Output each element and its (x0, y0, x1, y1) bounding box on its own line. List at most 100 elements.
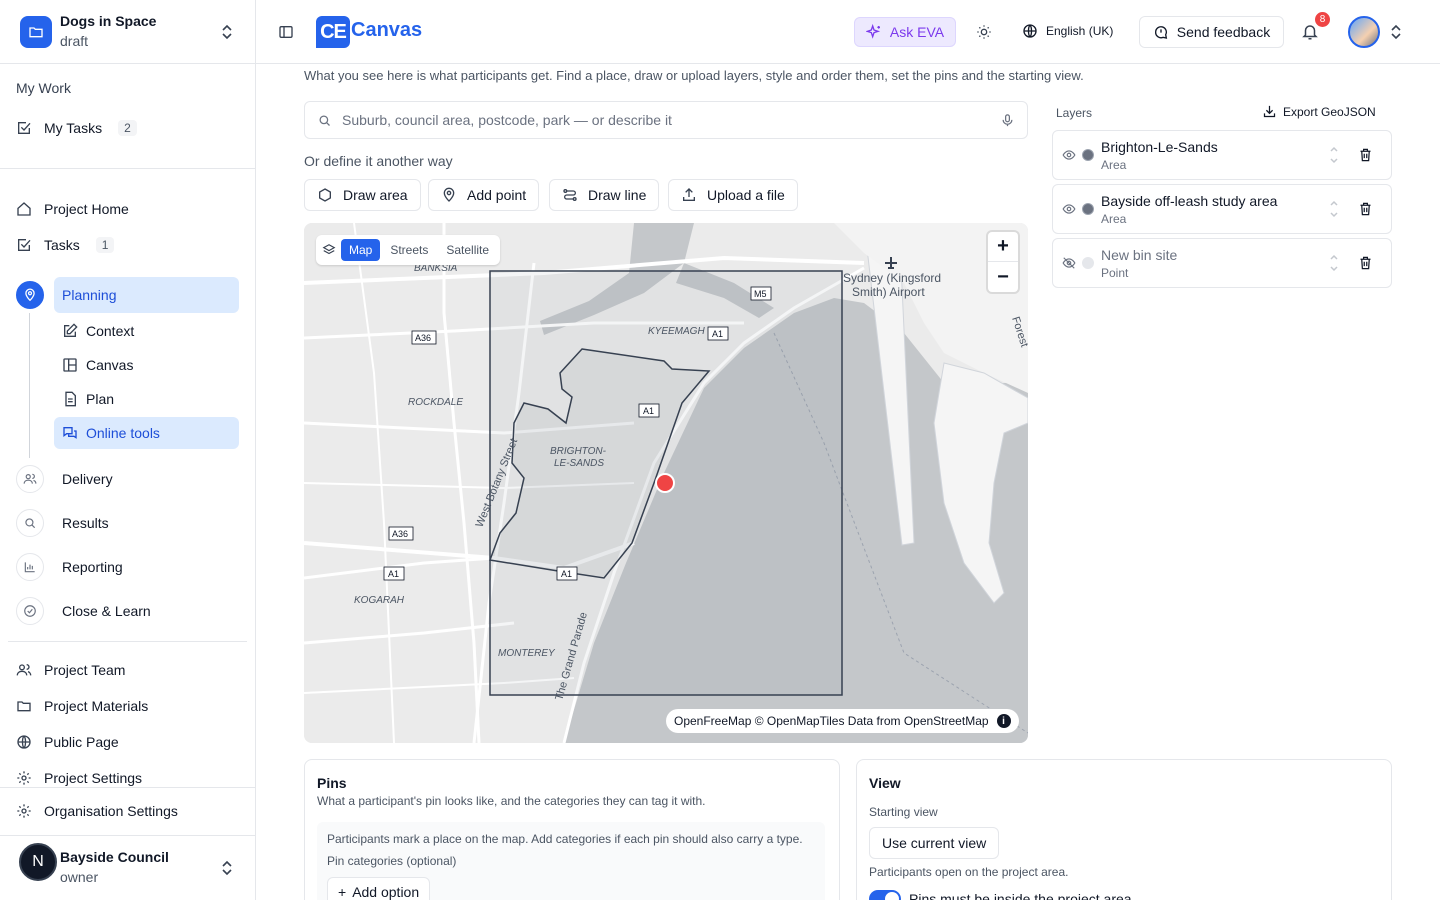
map-pin-icon[interactable] (16, 281, 44, 309)
reorder-icon[interactable] (1329, 198, 1339, 220)
stage-results[interactable]: Results (62, 515, 109, 531)
reorder-icon[interactable] (1329, 144, 1339, 166)
eye-icon[interactable] (1062, 148, 1076, 162)
export-geojson-button[interactable]: Export GeoJSON (1262, 104, 1376, 119)
gear-icon (17, 771, 31, 785)
globe-icon (1023, 24, 1037, 38)
search-icon[interactable] (16, 509, 44, 537)
stage-close-learn[interactable]: Close & Learn (62, 603, 151, 619)
nav-tasks[interactable]: Tasks 1 (16, 233, 115, 257)
layer-type: Area (1101, 212, 1127, 226)
user-avatar[interactable] (1348, 16, 1380, 48)
map-tab-map[interactable]: Map (341, 239, 381, 261)
planning-item-plan[interactable]: Plan (54, 383, 239, 415)
trash-icon[interactable] (1358, 255, 1373, 271)
layer-item[interactable]: New bin site Point (1052, 238, 1392, 288)
layer-color-swatch[interactable] (1082, 203, 1094, 215)
map-label-brighton: BRIGHTON- (550, 446, 607, 457)
sidebar: Dogs in Space draft My Work My Tasks 2 P… (0, 0, 256, 900)
ask-eva-button[interactable]: Ask EVA (854, 17, 956, 47)
add-point-button[interactable]: Add point (428, 179, 540, 211)
map-canvas[interactable]: BANKSIA KYEEMAGH ROCKDALE BRIGHTON- LE-S… (304, 223, 1028, 743)
pins-inside-area-toggle[interactable] (869, 890, 901, 900)
stage-tree-line (29, 313, 30, 458)
nav-organisation-settings[interactable]: Organisation Settings (16, 799, 178, 823)
chat-icon (63, 427, 77, 439)
chevron-up-down-icon[interactable] (1389, 24, 1403, 40)
canvas-intro-text: What you see here is what participants g… (304, 68, 1084, 83)
layer-type: Area (1101, 158, 1127, 172)
road-shield-m5: M5 (754, 289, 767, 299)
export-label: Export GeoJSON (1283, 104, 1376, 119)
layer-item[interactable]: Bayside off-leash study area Area (1052, 184, 1392, 234)
microphone-icon[interactable] (1000, 113, 1015, 128)
nav-label: Project Home (44, 201, 129, 217)
project-switcher[interactable]: Dogs in Space draft (0, 0, 255, 64)
upload-file-button[interactable]: Upload a file (668, 179, 798, 211)
map-tab-streets[interactable]: Streets (382, 239, 436, 261)
nav-project-materials[interactable]: Project Materials (16, 694, 148, 718)
info-icon[interactable]: i (996, 714, 1011, 728)
feedback-icon (1154, 26, 1167, 39)
language-selector[interactable]: English (UK) (1022, 23, 1113, 39)
layer-item[interactable]: Brighton-Le-Sands Area (1052, 130, 1392, 180)
nav-project-home[interactable]: Project Home (16, 197, 129, 221)
pins-title: Pins (317, 775, 347, 791)
chevron-up-down-icon (222, 24, 232, 40)
chevron-up-down-icon[interactable] (220, 860, 234, 876)
reorder-icon[interactable] (1329, 252, 1339, 274)
sidebar-toggle-icon[interactable] (278, 24, 294, 40)
planning-item-canvas[interactable]: Canvas (54, 349, 239, 381)
nav-public-page[interactable]: Public Page (16, 730, 119, 754)
send-feedback-button[interactable]: Send feedback (1139, 16, 1284, 48)
stage-delivery[interactable]: Delivery (62, 471, 113, 487)
tool-label: Add point (467, 187, 527, 203)
road-shield-a1-3: A1 (388, 569, 399, 579)
stage-planning[interactable]: Planning (54, 277, 239, 313)
layer-color-swatch[interactable] (1082, 257, 1094, 269)
bar-chart-icon[interactable] (16, 553, 44, 581)
map-tab-satellite[interactable]: Satellite (438, 239, 497, 261)
planning-item-context[interactable]: Context (54, 315, 239, 347)
stage-reporting[interactable]: Reporting (62, 559, 123, 575)
define-alternative-label: Or define it another way (304, 153, 453, 169)
sub-item-label: Online tools (86, 425, 160, 441)
location-search-input[interactable] (342, 112, 990, 128)
trash-icon[interactable] (1358, 201, 1373, 217)
org-name: Bayside Council (60, 849, 169, 865)
toggle-label: Pins must be inside the project area (909, 891, 1132, 900)
draw-line-button[interactable]: Draw line (549, 179, 660, 211)
eye-icon[interactable] (1062, 202, 1076, 216)
pin-categories-label: Pin categories (optional) (327, 854, 457, 868)
layer-color-swatch[interactable] (1082, 149, 1094, 161)
ask-eva-label: Ask EVA (889, 24, 945, 40)
map-label-airport-2: Smith) Airport (852, 285, 925, 299)
layer-name: Brighton-Le-Sands (1101, 139, 1218, 155)
sub-item-label: Plan (86, 391, 115, 407)
nav-project-team[interactable]: Project Team (16, 658, 125, 682)
planning-item-online-tools[interactable]: Online tools (54, 417, 239, 449)
trash-icon[interactable] (1358, 147, 1373, 163)
brand-logo[interactable]: CE (316, 16, 350, 48)
users-icon[interactable] (16, 465, 44, 493)
check-circle-icon[interactable] (16, 597, 44, 625)
stage-label: Planning (62, 287, 117, 303)
gear-icon (17, 804, 31, 818)
sparkle-icon (865, 24, 880, 39)
draw-area-button[interactable]: Draw area (304, 179, 421, 211)
nav-my-tasks[interactable]: My Tasks 2 (16, 116, 137, 140)
zoom-in-button[interactable]: + (988, 232, 1018, 262)
document-icon (65, 391, 76, 407)
layers-icon (319, 243, 339, 257)
zoom-out-button[interactable]: − (988, 262, 1018, 292)
sun-icon[interactable] (976, 24, 992, 40)
map-label-rockdale: ROCKDALE (408, 397, 463, 408)
bell-icon[interactable] (1301, 22, 1319, 42)
road-shield-a36: A36 (415, 333, 431, 343)
map-label-kyeemagh: KYEEMAGH (648, 326, 705, 337)
my-work-label: My Work (16, 80, 71, 96)
add-option-button[interactable]: + Add option (327, 877, 431, 900)
use-current-view-button[interactable]: Use current view (869, 827, 1000, 859)
layout-icon (63, 358, 77, 372)
eye-off-icon[interactable] (1062, 256, 1076, 270)
